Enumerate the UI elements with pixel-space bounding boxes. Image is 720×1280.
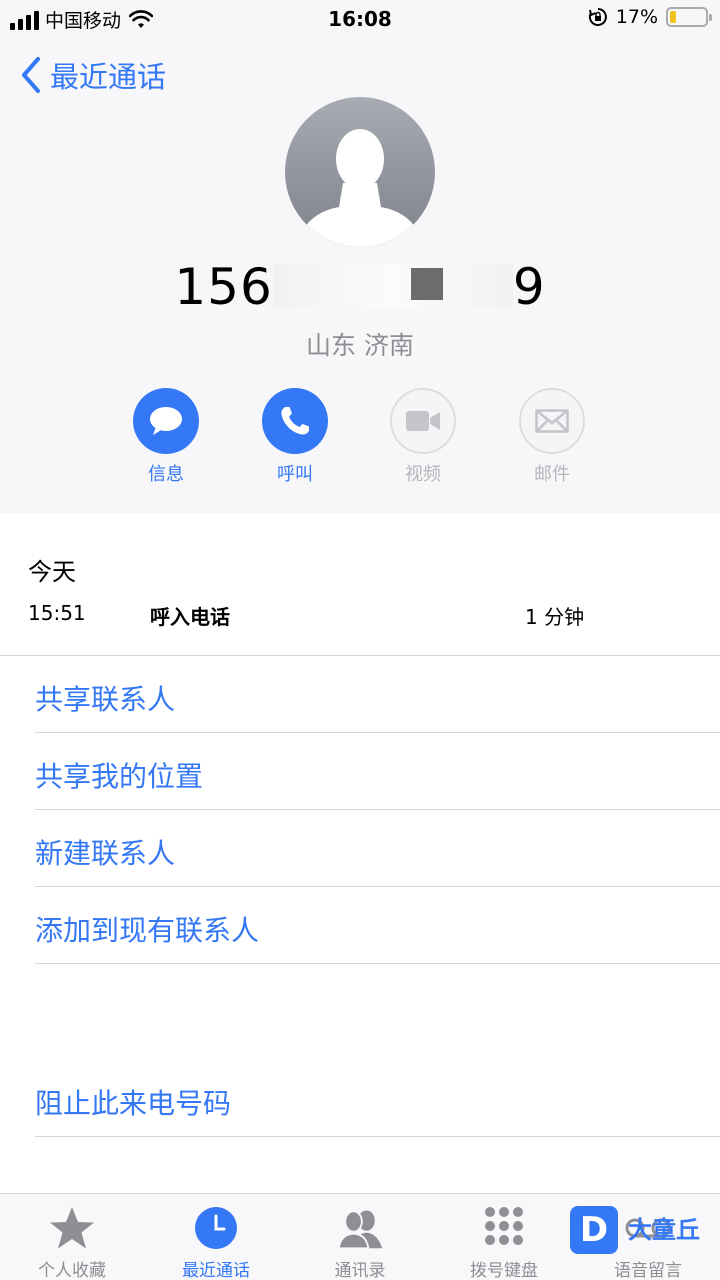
battery-icon: [666, 7, 712, 27]
video-circle: [390, 388, 456, 454]
tab-keypad[interactable]: 拨号键盘: [432, 1194, 576, 1280]
block-caller-option[interactable]: 阻止此来电号码: [35, 1060, 720, 1137]
battery-level: [670, 11, 676, 23]
chevron-left-icon: [22, 57, 40, 93]
option-label: 添加到现有联系人: [35, 914, 260, 947]
video-camera-icon: [406, 411, 440, 431]
phone-number-mask: [272, 264, 513, 308]
tab-label: 个人收藏: [38, 1261, 106, 1280]
tab-favorites[interactable]: 个人收藏: [0, 1194, 144, 1280]
contact-actions: 信息 呼叫 视频 邮件: [0, 388, 720, 498]
video-button[interactable]: 视频: [373, 388, 473, 486]
call-type: 呼入电话: [150, 605, 230, 629]
watermark-logo: D 大童丘: [570, 1206, 715, 1256]
call-time: 15:51: [28, 601, 86, 625]
call-label: 呼叫: [277, 464, 313, 485]
status-bar-right: 17%: [588, 6, 712, 28]
person-silhouette-icon: [295, 129, 425, 247]
option-label: 共享联系人: [35, 683, 176, 716]
phone-icon: [281, 407, 309, 435]
call-day-heading: 今天: [28, 558, 76, 586]
tab-label: 语音留言: [614, 1261, 682, 1280]
message-circle: [133, 388, 199, 454]
mail-label: 邮件: [534, 464, 570, 485]
rotation-lock-icon: [588, 8, 607, 26]
message-label: 信息: [148, 464, 184, 485]
mail-envelope-icon: [535, 409, 569, 433]
tab-label: 最近通话: [182, 1261, 250, 1280]
tab-label: 通讯录: [334, 1261, 386, 1280]
video-label: 视频: [405, 464, 441, 485]
share-location-option[interactable]: 共享我的位置: [35, 733, 720, 810]
call-duration: 1 分钟: [525, 605, 585, 629]
back-button[interactable]: 最近通话: [20, 54, 166, 96]
avatar: [285, 97, 435, 247]
mail-circle: [519, 388, 585, 454]
keypad-icon: [480, 1204, 528, 1252]
watermark-text: 大童丘: [628, 1216, 700, 1244]
back-label: 最近通话: [50, 60, 167, 94]
phone-prefix: 156: [174, 258, 273, 316]
watermark-badge: D: [570, 1206, 618, 1254]
message-button[interactable]: 信息: [116, 388, 216, 486]
tab-label: 拨号键盘: [470, 1261, 538, 1280]
call-button[interactable]: 呼叫: [245, 388, 345, 486]
message-bubble-icon: [150, 407, 182, 435]
tab-recents[interactable]: 最近通话: [144, 1194, 288, 1280]
call-circle: [262, 388, 328, 454]
clock-icon: [192, 1204, 240, 1252]
mail-button[interactable]: 邮件: [502, 388, 602, 486]
contacts-icon: [336, 1204, 384, 1252]
new-contact-option[interactable]: 新建联系人: [35, 810, 720, 887]
battery-percent: 17%: [615, 6, 658, 28]
option-label: 新建联系人: [35, 837, 176, 870]
phone-suffix: 9: [512, 258, 546, 316]
status-bar: 中国移动 16:08 17%: [0, 0, 720, 38]
phone-number: 156 9: [0, 258, 720, 316]
caller-location: 山东 济南: [306, 331, 414, 360]
tab-contacts[interactable]: 通讯录: [288, 1194, 432, 1280]
star-icon: [48, 1204, 96, 1252]
option-label: 共享我的位置: [35, 760, 204, 793]
option-label: 阻止此来电号码: [35, 1087, 232, 1120]
add-to-existing-contact-option[interactable]: 添加到现有联系人: [35, 887, 720, 964]
share-contact-option[interactable]: 共享联系人: [35, 656, 720, 733]
